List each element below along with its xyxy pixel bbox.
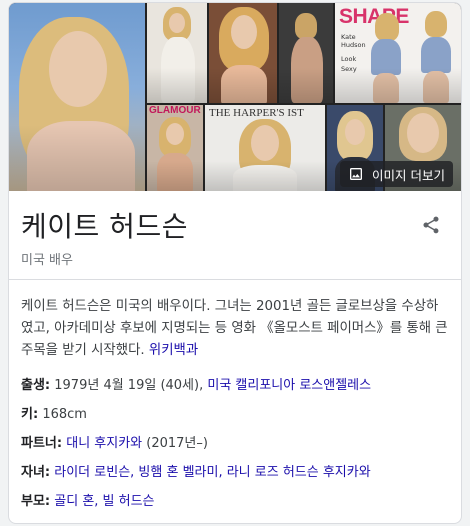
- fact-children: 자녀: 라이더 로빈슨, 빙햄 혼 벨라미, 라니 로즈 허드슨 후지카와: [21, 465, 371, 480]
- magazine-cover-shape[interactable]: SHAPE Kate Hudson Look Sexy: [335, 3, 461, 103]
- fact-value: 1979년 4월 19일 (40세),: [54, 378, 204, 393]
- fact-label: 출생: [21, 378, 45, 393]
- fact-label: 자녀: [21, 465, 45, 480]
- fact-label: 부모: [21, 494, 45, 509]
- more-images-label: 이미지 더보기: [372, 167, 445, 183]
- fact-link[interactable]: 라이더 로빈슨, 빙햄 혼 벨라미, 라니 로즈 허드슨 후지카와: [54, 465, 370, 480]
- entity-title: 케이트 허드슨: [21, 210, 188, 243]
- fact-label: 파트너: [21, 436, 57, 451]
- fact-link[interactable]: 대니 후지카와: [66, 436, 142, 451]
- more-images-button[interactable]: 이미지 더보기: [340, 161, 453, 187]
- entity-header: 케이트 허드슨 미국 배우: [9, 191, 461, 280]
- photo-2[interactable]: [147, 3, 207, 103]
- image-icon: [350, 168, 363, 180]
- fact-label: 키: [21, 407, 33, 422]
- fact-parents: 부모: 골디 혼, 빌 허드슨: [21, 494, 155, 509]
- photo-4[interactable]: [279, 3, 333, 103]
- knowledge-panel: SHAPE Kate Hudson Look Sexy GLAMOUR THE …: [8, 2, 462, 524]
- magazine-masthead: GLAMOUR: [149, 105, 201, 116]
- fact-height: 키: 168cm: [21, 407, 87, 422]
- entity-description: 케이트 허드슨은 미국의 배우이다. 그녀는 2001년 골든 글로브상을 수상…: [21, 296, 449, 362]
- magazine-masthead: THE HARPER'S IST: [209, 107, 304, 119]
- cover-line: Kate: [341, 33, 356, 41]
- fact-value: 168cm: [42, 407, 87, 422]
- entity-subtitle: 미국 배우: [21, 253, 73, 268]
- magazine-cover-glamour[interactable]: GLAMOUR: [147, 105, 203, 191]
- description-text: 케이트 허드슨은 미국의 배우이다. 그녀는 2001년 골든 글로브상을 수상…: [21, 299, 448, 358]
- wikipedia-link[interactable]: 위키백과: [149, 343, 198, 358]
- main-photo[interactable]: [9, 3, 145, 191]
- fact-value: (2017년–): [146, 436, 208, 451]
- image-gallery: SHAPE Kate Hudson Look Sexy GLAMOUR THE …: [9, 3, 461, 191]
- facts-list: 출생: 1979년 4월 19일 (40세), 미국 캘리포니아 로스앤젤레스 …: [21, 375, 451, 520]
- photo-3[interactable]: [209, 3, 277, 103]
- fact-link[interactable]: 미국 캘리포니아 로스앤젤레스: [207, 378, 371, 393]
- share-button[interactable]: [421, 215, 441, 239]
- fact-birth: 출생: 1979년 4월 19일 (40세), 미국 캘리포니아 로스앤젤레스: [21, 378, 372, 393]
- magazine-cover-harpers[interactable]: THE HARPER'S IST: [205, 105, 325, 191]
- share-icon: [423, 216, 439, 234]
- fact-partner: 파트너: 대니 후지카와 (2017년–): [21, 436, 208, 451]
- fact-link[interactable]: 골디 혼, 빌 허드슨: [54, 494, 154, 509]
